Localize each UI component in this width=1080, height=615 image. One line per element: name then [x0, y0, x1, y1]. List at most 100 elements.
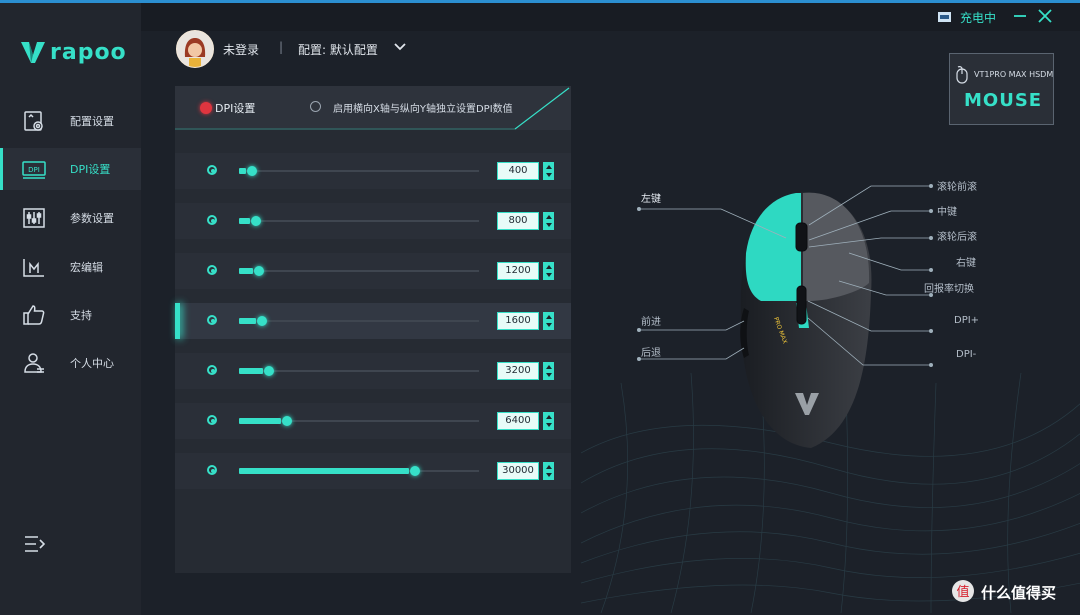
dpi-slider-handle[interactable] [282, 416, 292, 426]
dpi-value-input[interactable]: 1200 [497, 262, 539, 280]
sidebar: rapoo 配置设置 DPI DPI设置 参数设置 宏编辑 支持 个人中心 [0, 3, 141, 615]
label-dpi-plus: DPI+ [954, 315, 980, 326]
menu-collapse-icon[interactable] [24, 535, 46, 553]
watermark-text: 什么值得买 [981, 584, 1057, 602]
dpi-mode-radio[interactable] [200, 102, 212, 114]
dpi-value-stepper[interactable] [543, 412, 554, 430]
dpi-level-row[interactable]: 30000 [175, 453, 571, 489]
dpi-slider-fill [239, 368, 263, 374]
sidebar-item-params[interactable]: 参数设置 [0, 197, 141, 239]
device-card[interactable]: VT1PRO MAX HSDM MOUSE [949, 53, 1054, 125]
dpi-level-radio[interactable] [207, 415, 217, 425]
header-separator: | [279, 40, 284, 54]
watermark-logo-icon: 值 [952, 580, 974, 602]
config-settings-icon [24, 111, 43, 131]
dpi-slider-track[interactable] [239, 166, 479, 176]
dpi-value-input[interactable]: 400 [497, 162, 539, 180]
user-icon [24, 353, 44, 373]
dpi-value-input[interactable]: 3200 [497, 362, 539, 380]
dpi-value-stepper[interactable] [543, 362, 554, 380]
dpi-value-stepper[interactable] [543, 162, 554, 180]
dpi-slider-fill [239, 168, 247, 174]
dpi-slider-track[interactable] [239, 366, 479, 376]
avatar-face-icon [177, 31, 213, 67]
dpi-value-stepper[interactable] [543, 212, 554, 230]
minimize-icon[interactable] [1011, 7, 1029, 25]
dpi-value-stepper[interactable] [543, 462, 554, 480]
dpi-slider-track[interactable] [239, 216, 479, 226]
dpi-value-stepper[interactable] [543, 312, 554, 330]
sidebar-item-config[interactable]: 配置设置 [0, 100, 141, 142]
label-middle-button: 中键 [937, 207, 957, 218]
label-wheel-forward: 滚轮前滚 [937, 182, 977, 193]
dpi-level-radio[interactable] [207, 265, 217, 275]
thumbs-up-icon [23, 305, 45, 325]
chevron-down-icon[interactable] [393, 40, 407, 54]
mouse-illustration: PRO MAX [637, 184, 933, 448]
dpi-slider-fill [239, 418, 281, 424]
profile-selector-label[interactable]: 配置: 默认配置 [298, 41, 378, 58]
label-dpi-minus: DPI- [956, 349, 977, 360]
dpi-value-input[interactable]: 6400 [497, 412, 539, 430]
brand-logo: rapoo [20, 39, 127, 65]
sidebar-item-label: 宏编辑 [70, 261, 103, 274]
dpi-slider-handle[interactable] [256, 316, 267, 326]
sidebar-item-support[interactable]: 支持 [0, 294, 141, 336]
sidebar-item-label: 支持 [70, 309, 92, 322]
dpi-mode-label: DPI设置 [215, 102, 256, 115]
label-left-button: 左键 [641, 194, 661, 205]
label-wheel-back: 滚轮后滚 [937, 232, 977, 243]
dpi-slider-track[interactable] [239, 466, 479, 476]
sidebar-item-label: 参数设置 [70, 212, 114, 225]
dpi-value-input[interactable]: 800 [497, 212, 539, 230]
device-type-title: MOUSE [964, 90, 1043, 111]
brand-name: rapoo [50, 39, 127, 65]
svg-text:值: 值 [956, 584, 969, 600]
dpi-level-radio[interactable] [207, 215, 217, 225]
dpi-slider-handle[interactable] [410, 466, 421, 476]
charging-status: 充电中 [960, 11, 997, 25]
dpi-level-row[interactable]: 800 [175, 203, 571, 239]
independent-axis-radio[interactable] [310, 101, 321, 112]
dpi-slider-handle[interactable] [253, 266, 264, 276]
dpi-panel: DPI设置 启用横向X轴与纵向Y轴独立设置DPI数值 400 800 1200 160… [175, 86, 571, 573]
label-right-button: 右键 [956, 258, 976, 269]
sidebar-item-label: DPI设置 [70, 163, 111, 176]
dpi-slider-track[interactable] [239, 316, 479, 326]
svg-text:DPI: DPI [28, 166, 40, 174]
dpi-level-row[interactable]: 3200 [175, 353, 571, 389]
sidebar-item-dpi[interactable]: DPI DPI设置 [0, 148, 141, 190]
dpi-value-stepper[interactable] [543, 262, 554, 280]
dpi-slider-handle[interactable] [264, 366, 274, 376]
dpi-slider-handle[interactable] [247, 166, 258, 176]
label-report-rate: 回报率切换 [924, 284, 974, 295]
dpi-slider-handle[interactable] [250, 216, 261, 226]
dpi-level-radio[interactable] [207, 465, 217, 475]
mouse-outline-icon [956, 66, 968, 84]
battery-icon [938, 12, 951, 22]
dpi-level-radio[interactable] [207, 315, 217, 325]
login-status[interactable]: 未登录 [223, 41, 259, 58]
sidebar-item-profile[interactable]: 个人中心 [0, 342, 141, 384]
dpi-level-row[interactable]: 1600 [175, 303, 571, 339]
dpi-level-radio[interactable] [207, 365, 217, 375]
dpi-slider-track[interactable] [239, 266, 479, 276]
label-forward: 前进 [641, 317, 661, 328]
dpi-level-row[interactable]: 1200 [175, 253, 571, 289]
sliders-icon [23, 208, 45, 228]
avatar[interactable] [176, 30, 214, 68]
dpi-value-input[interactable]: 30000 [497, 462, 539, 480]
dpi-level-row[interactable]: 6400 [175, 403, 571, 439]
dpi-level-radio[interactable] [207, 165, 217, 175]
dpi-value-input[interactable]: 1600 [497, 312, 539, 330]
sidebar-item-label: 个人中心 [70, 357, 114, 370]
dpi-slider-fill [239, 468, 410, 474]
sidebar-item-macro[interactable]: 宏编辑 [0, 246, 141, 288]
rapoo-logo-icon [21, 42, 45, 63]
close-icon[interactable] [1036, 7, 1054, 25]
dpi-slider-track[interactable] [239, 416, 479, 426]
independent-axis-label: 启用横向X轴与纵向Y轴独立设置DPI数值 [333, 104, 513, 115]
dpi-slider-fill [239, 318, 256, 324]
main-area: 未登录 | 配置: 默认配置 充电中 VT1PRO MAX HSDM MOUSE… [141, 3, 1080, 615]
dpi-level-row[interactable]: 400 [175, 153, 571, 189]
